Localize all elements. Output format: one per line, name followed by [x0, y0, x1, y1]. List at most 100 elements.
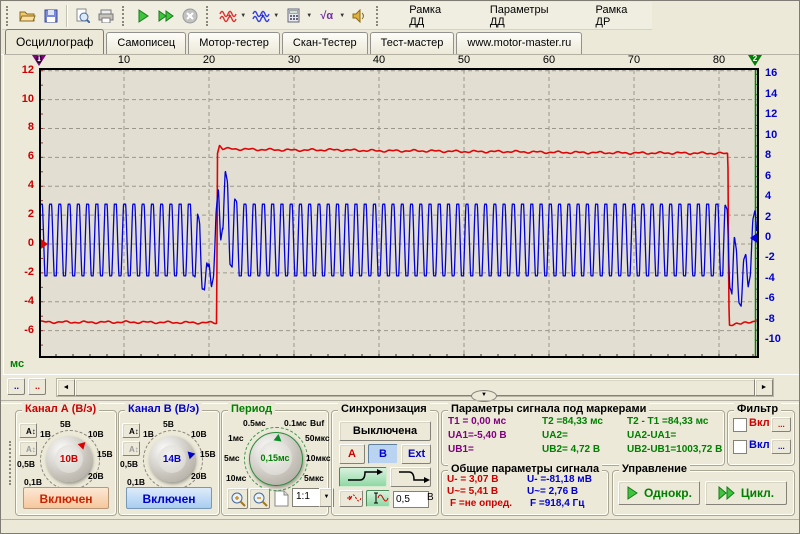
dial-label: 10В [191, 429, 207, 439]
open-file-button[interactable] [16, 4, 40, 27]
x-axis-tick-label: 40 [364, 54, 394, 66]
dial-label: 1В [143, 429, 154, 439]
filter-a-checkbox[interactable] [733, 418, 747, 432]
marker-2-number: 2 [751, 54, 759, 63]
tab-scan-tester[interactable]: Скан-Тестер [282, 32, 368, 54]
sync-level-unit: В [427, 492, 434, 503]
run-single-button[interactable] [132, 4, 156, 27]
marker-params-group: Параметры сигнала под маркерами Т1 = 0,0… [441, 410, 725, 466]
sound-button[interactable] [348, 4, 372, 27]
tab-test-master[interactable]: Тест-мастер [370, 32, 455, 54]
channel-b-settings-dropdown[interactable]: ▼ [272, 13, 279, 19]
sqrt-alpha-icon: √α [320, 10, 333, 22]
toolbar-gripper[interactable] [376, 6, 382, 26]
horizontal-scrollbar[interactable]: ◄ ► [56, 378, 774, 397]
marker-2-options-button[interactable]: .. [28, 378, 46, 395]
sync-state-button[interactable]: Выключена [339, 421, 431, 441]
channel-a-autoscale-button[interactable]: А↕ [19, 423, 37, 438]
dial-label: 15В [97, 449, 113, 459]
dial-label: 5В [163, 419, 174, 429]
zoom-in-icon [230, 491, 246, 507]
dial-label: 0,5В [17, 459, 35, 469]
toolbar-gripper[interactable] [6, 6, 12, 26]
marker-params-title: Параметры сигнала под маркерами [448, 403, 649, 415]
right-axis-tick-label: -2 [765, 251, 775, 263]
channel-b-autoscale-button[interactable]: А↕ [122, 423, 140, 438]
menu-parametry-dd[interactable]: Параметры ДД [480, 0, 572, 32]
channel-a-settings-button[interactable]: + [216, 4, 240, 27]
dial-label: 10В [88, 429, 104, 439]
menu-ramka-dd[interactable]: Рамка ДД [399, 0, 466, 32]
oscilloscope-plot[interactable] [39, 68, 759, 358]
ua-delta-value: UА2-UА1= [627, 430, 676, 441]
scrollbar-thumb[interactable] [75, 379, 755, 396]
calculator-button[interactable] [282, 4, 306, 27]
tab-recorder[interactable]: Самописец [106, 32, 186, 54]
zoom-out-button[interactable] [249, 488, 270, 509]
tab-bar: Осциллограф Самописец Мотор-тестер Скан-… [1, 29, 800, 55]
dial-label: 0,5В [120, 459, 138, 469]
run-continuous-button[interactable] [155, 4, 179, 27]
marker-1-options-button[interactable]: .. [7, 378, 25, 395]
run-cycle-button[interactable]: Цикл. [705, 481, 787, 505]
channel-a-value: 10В [55, 445, 83, 473]
sync-mode-auto-button[interactable] [339, 490, 363, 507]
scroll-left-arrow[interactable]: ◄ [57, 379, 75, 396]
sync-rising-edge-button[interactable] [339, 467, 387, 487]
save-button[interactable] [39, 4, 63, 27]
filter-b-checkbox[interactable] [733, 440, 747, 454]
scroll-right-arrow[interactable]: ► [755, 379, 773, 396]
right-axis-tick-label: 8 [765, 149, 771, 161]
new-page-button[interactable] [271, 488, 292, 509]
channel-a-settings-dropdown[interactable]: ▼ [239, 13, 246, 19]
sync-mode-level-button[interactable] [366, 490, 390, 507]
channel-b-power-button[interactable]: Включен [126, 487, 212, 509]
sync-source-ext-button[interactable]: Ext [401, 444, 431, 464]
left-axis-tick-label: 0 [6, 237, 34, 249]
stop-icon [182, 8, 198, 24]
right-axis-tick-label: 2 [765, 211, 771, 223]
sync-level-input[interactable] [393, 491, 429, 508]
tab-motor-tester[interactable]: Мотор-тестер [188, 32, 280, 54]
channel-a-autoscale2-button[interactable]: А↕ [19, 441, 37, 456]
run-once-button[interactable]: Однокр. [618, 481, 700, 505]
channel-a-power-button[interactable]: Включен [23, 487, 109, 509]
rising-edge-icon [346, 469, 386, 483]
left-axis-tick-label: 8 [6, 121, 34, 133]
channel-b-autoscale2-button[interactable]: А↕ [122, 441, 140, 456]
toolbar-gripper[interactable] [206, 6, 212, 26]
toolbar-gripper[interactable] [122, 6, 128, 26]
control-group: Управление Однокр. Цикл. [612, 470, 795, 516]
filter-a-more-button[interactable]: ... [771, 417, 791, 432]
right-axis-tick-label: 4 [765, 190, 771, 202]
menu-ramka-dr[interactable]: Рамка ДР [586, 0, 653, 32]
save-icon [44, 9, 58, 23]
right-axis-tick-label: 0 [765, 231, 771, 243]
stop-button[interactable] [179, 4, 203, 27]
left-axis-tick-label: 6 [6, 150, 34, 162]
calculator-dropdown[interactable]: ▼ [305, 13, 312, 19]
play-icon [136, 9, 150, 23]
speaker-icon [352, 9, 367, 23]
zoom-in-button[interactable] [227, 488, 248, 509]
print-button[interactable] [94, 4, 118, 27]
right-axis-tick-label: 16 [765, 67, 777, 79]
t2-value: Т2 =84,33 мс [542, 416, 603, 427]
filter-b-more-button[interactable]: ... [771, 439, 791, 454]
svg-text:+: + [227, 11, 232, 20]
time-marker-2-handle[interactable]: 2 [748, 55, 762, 66]
dial-label: 5мс [224, 453, 240, 463]
print-preview-button[interactable] [71, 4, 95, 27]
sync-source-a-button[interactable]: А [339, 444, 365, 464]
left-axis-tick-label: -4 [6, 295, 34, 307]
svg-text:+: + [260, 11, 265, 20]
channel-b-settings-button[interactable]: + [249, 4, 273, 27]
dial-label: 5мкс [304, 473, 324, 483]
tab-website[interactable]: www.motor-master.ru [456, 32, 582, 54]
sync-falling-edge-button[interactable] [390, 467, 431, 487]
math-functions-button[interactable]: √α [315, 4, 339, 27]
math-functions-dropdown[interactable]: ▼ [338, 13, 345, 19]
period-title: Период [228, 403, 275, 415]
sync-source-b-button[interactable]: В [368, 444, 398, 464]
tab-oscillograph[interactable]: Осциллограф [5, 29, 104, 54]
